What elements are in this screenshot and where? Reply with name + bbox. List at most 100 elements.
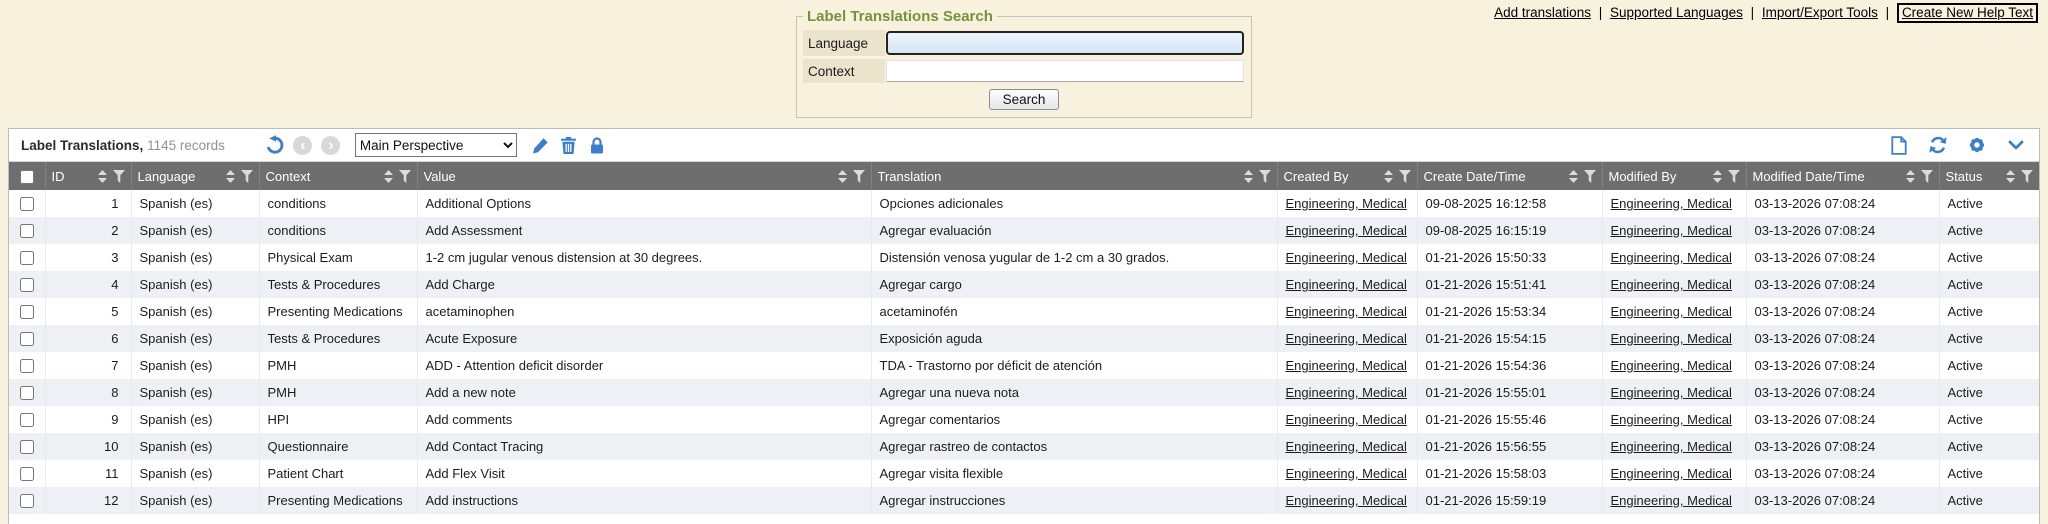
new-record-icon[interactable] xyxy=(1888,134,1910,156)
row-checkbox[interactable] xyxy=(20,359,34,373)
modified_by-link[interactable]: Engineering, Medical xyxy=(1611,196,1732,211)
table-row[interactable]: 6Spanish (es)Tests & ProceduresAcute Exp… xyxy=(9,325,2039,352)
edit-icon[interactable] xyxy=(530,134,552,156)
table-row[interactable]: 8Spanish (es)PMHAdd a new noteAgregar un… xyxy=(9,379,2039,406)
row-checkbox[interactable] xyxy=(20,305,34,319)
created_by-link[interactable]: Engineering, Medical xyxy=(1286,358,1407,373)
language-input[interactable] xyxy=(886,31,1244,55)
filter-icon[interactable] xyxy=(2021,170,2033,183)
sort-icon[interactable] xyxy=(1713,170,1722,183)
row-checkbox[interactable] xyxy=(20,413,34,427)
table-row[interactable]: 5Spanish (es)Presenting Medicationsaceta… xyxy=(9,298,2039,325)
column-header-id[interactable]: ID xyxy=(45,162,131,190)
column-header-status[interactable]: Status xyxy=(1939,162,2039,190)
sort-icon[interactable] xyxy=(226,170,235,183)
select-all-checkbox[interactable] xyxy=(20,170,34,184)
modified_by-link[interactable]: Engineering, Medical xyxy=(1611,412,1732,427)
column-header-context[interactable]: Context xyxy=(259,162,417,190)
created_by-link[interactable]: Engineering, Medical xyxy=(1286,196,1407,211)
modified_by-link[interactable]: Engineering, Medical xyxy=(1611,358,1732,373)
column-header-language[interactable]: Language xyxy=(131,162,259,190)
sort-icon[interactable] xyxy=(1244,170,1253,183)
row-checkbox[interactable] xyxy=(20,278,34,292)
created_by-link[interactable]: Engineering, Medical xyxy=(1286,277,1407,292)
sort-icon[interactable] xyxy=(838,170,847,183)
filter-icon[interactable] xyxy=(241,170,253,183)
table-row[interactable]: 3Spanish (es)Physical Exam1-2 cm jugular… xyxy=(9,244,2039,271)
perspective-select[interactable]: Main Perspective xyxy=(355,133,517,157)
filter-icon[interactable] xyxy=(1921,170,1933,183)
filter-icon[interactable] xyxy=(399,170,411,183)
table-row[interactable]: 12Spanish (es)Presenting MedicationsAdd … xyxy=(9,487,2039,514)
created_by-link[interactable]: Engineering, Medical xyxy=(1286,439,1407,454)
row-checkbox[interactable] xyxy=(20,494,34,508)
settings-icon[interactable] xyxy=(1966,134,1988,156)
context-input[interactable] xyxy=(886,60,1244,82)
filter-icon[interactable] xyxy=(1584,170,1596,183)
filter-icon[interactable] xyxy=(1399,170,1411,183)
column-header-translation[interactable]: Translation xyxy=(871,162,1277,190)
column-header-created_by[interactable]: Created By xyxy=(1277,162,1417,190)
sort-icon[interactable] xyxy=(1906,170,1915,183)
column-header-modified_by[interactable]: Modified By xyxy=(1602,162,1746,190)
lock-icon[interactable] xyxy=(586,134,608,156)
delete-icon[interactable] xyxy=(558,134,580,156)
sort-icon[interactable] xyxy=(2006,170,2015,183)
table-row[interactable]: 7Spanish (es)PMHADD - Attention deficit … xyxy=(9,352,2039,379)
created_by-link[interactable]: Engineering, Medical xyxy=(1286,466,1407,481)
table-row[interactable]: 2Spanish (es)conditionsAdd AssessmentAgr… xyxy=(9,217,2039,244)
refresh-icon[interactable] xyxy=(1927,134,1949,156)
row-checkbox[interactable] xyxy=(20,386,34,400)
next-icon[interactable]: › xyxy=(320,134,342,156)
filter-icon[interactable] xyxy=(853,170,865,183)
table-row[interactable]: 1Spanish (es)conditionsAdditional Option… xyxy=(9,190,2039,217)
modified_by-link[interactable]: Engineering, Medical xyxy=(1611,439,1732,454)
created_by-link[interactable]: Engineering, Medical xyxy=(1286,493,1407,508)
filter-icon[interactable] xyxy=(113,170,125,183)
header-link[interactable]: Import/Export Tools xyxy=(1762,5,1878,20)
modified_by-link[interactable]: Engineering, Medical xyxy=(1611,250,1732,265)
column-header-create_dt[interactable]: Create Date/Time xyxy=(1417,162,1602,190)
collapse-icon[interactable] xyxy=(2005,134,2027,156)
row-checkbox[interactable] xyxy=(20,467,34,481)
column-header-value[interactable]: Value xyxy=(417,162,871,190)
header-link[interactable]: Supported Languages xyxy=(1610,5,1743,20)
cell-select xyxy=(9,433,45,460)
cell-id: 8 xyxy=(45,379,131,406)
modified_by-link[interactable]: Engineering, Medical xyxy=(1611,304,1732,319)
header-link[interactable]: Create New Help Text xyxy=(1897,3,2038,23)
table-row[interactable]: 11Spanish (es)Patient ChartAdd Flex Visi… xyxy=(9,460,2039,487)
modified_by-link[interactable]: Engineering, Medical xyxy=(1611,331,1732,346)
filter-icon[interactable] xyxy=(1728,170,1740,183)
cell-modified_dt: 03-13-2026 07:08:24 xyxy=(1746,244,1939,271)
row-checkbox[interactable] xyxy=(20,197,34,211)
created_by-link[interactable]: Engineering, Medical xyxy=(1286,385,1407,400)
modified_by-link[interactable]: Engineering, Medical xyxy=(1611,493,1732,508)
created_by-link[interactable]: Engineering, Medical xyxy=(1286,331,1407,346)
table-row[interactable]: 4Spanish (es)Tests & ProceduresAdd Charg… xyxy=(9,271,2039,298)
table-row[interactable]: 9Spanish (es)HPIAdd commentsAgregar come… xyxy=(9,406,2039,433)
created_by-link[interactable]: Engineering, Medical xyxy=(1286,412,1407,427)
sort-icon[interactable] xyxy=(384,170,393,183)
sort-icon[interactable] xyxy=(98,170,107,183)
filter-icon[interactable] xyxy=(1259,170,1271,183)
search-button[interactable]: Search xyxy=(989,89,1060,110)
modified_by-link[interactable]: Engineering, Medical xyxy=(1611,385,1732,400)
table-row[interactable]: 10Spanish (es)QuestionnaireAdd Contact T… xyxy=(9,433,2039,460)
previous-icon[interactable]: ‹ xyxy=(292,134,314,156)
row-checkbox[interactable] xyxy=(20,251,34,265)
created_by-link[interactable]: Engineering, Medical xyxy=(1286,250,1407,265)
header-link[interactable]: Add translations xyxy=(1494,5,1591,20)
column-header-modified_dt[interactable]: Modified Date/Time xyxy=(1746,162,1939,190)
row-checkbox[interactable] xyxy=(20,440,34,454)
created_by-link[interactable]: Engineering, Medical xyxy=(1286,304,1407,319)
modified_by-link[interactable]: Engineering, Medical xyxy=(1611,466,1732,481)
created_by-link[interactable]: Engineering, Medical xyxy=(1286,223,1407,238)
modified_by-link[interactable]: Engineering, Medical xyxy=(1611,223,1732,238)
row-checkbox[interactable] xyxy=(20,224,34,238)
row-checkbox[interactable] xyxy=(20,332,34,346)
sort-icon[interactable] xyxy=(1569,170,1578,183)
undo-icon[interactable] xyxy=(264,134,286,156)
modified_by-link[interactable]: Engineering, Medical xyxy=(1611,277,1732,292)
sort-icon[interactable] xyxy=(1384,170,1393,183)
